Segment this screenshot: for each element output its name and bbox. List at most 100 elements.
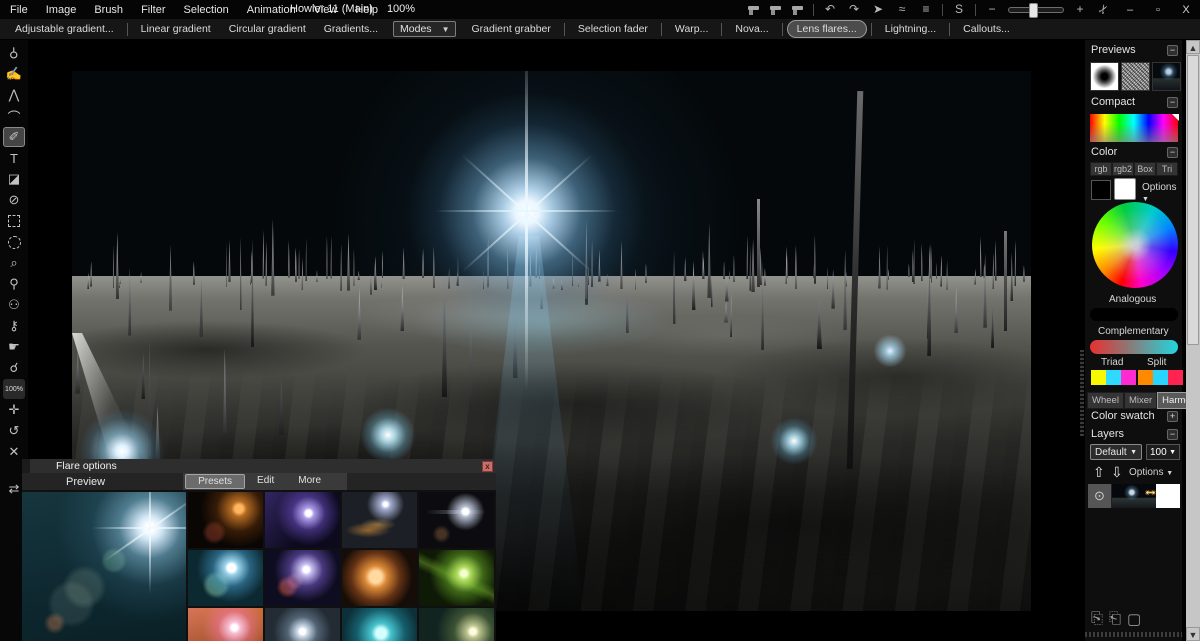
toolbar-button-linear-gradient[interactable]: Linear gradient	[132, 20, 220, 38]
new-layer-icon[interactable]: ▢	[1127, 610, 1141, 628]
split-color-swatch[interactable]	[1168, 370, 1183, 385]
shear-tool[interactable]: ◪	[3, 169, 25, 189]
zoom-in-icon[interactable]: +	[1072, 0, 1088, 19]
collapse-previews-button[interactable]: −	[1167, 45, 1178, 56]
color-tab-box[interactable]: Box	[1134, 162, 1156, 176]
panel-tab-mixer[interactable]: Mixer	[1124, 392, 1157, 409]
toolbar-button-warp[interactable]: Warp...	[666, 20, 717, 38]
panel-scrollbar[interactable]: ▲ ▼	[1186, 40, 1200, 641]
scroll-up-icon[interactable]: ▲	[1186, 40, 1200, 54]
menu-filter[interactable]: Filter	[139, 2, 175, 18]
dialog-tab-more[interactable]: More	[286, 474, 333, 489]
undo-icon[interactable]: ↶	[822, 0, 838, 19]
airbrush-tool[interactable]: ⚲	[3, 43, 25, 63]
curve-tool[interactable]: ⌒	[3, 106, 25, 126]
flare-preset[interactable]	[419, 492, 494, 548]
toolbar-button-lightning[interactable]: Lightning...	[876, 20, 945, 38]
pin-tool[interactable]: ⚲	[3, 274, 25, 294]
collapse-compact-button[interactable]: −	[1167, 97, 1178, 108]
menu-selection[interactable]: Selection	[182, 2, 239, 18]
swap-buffer-3-icon[interactable]	[791, 4, 805, 16]
panel-tab-wheel[interactable]: Wheel	[1087, 392, 1124, 409]
flare-preset[interactable]	[265, 550, 340, 606]
panel-grip[interactable]	[1080, 350, 1084, 436]
triad-color-swatch[interactable]	[1091, 370, 1106, 385]
rect-select-tool[interactable]	[3, 211, 25, 231]
dialog-tab-edit[interactable]: Edit	[245, 474, 286, 489]
zoom-slider[interactable]	[1008, 7, 1064, 13]
analogous-bar[interactable]	[1090, 308, 1178, 321]
duplicate-layer-icon[interactable]: ⎗	[1109, 610, 1121, 628]
restore-button[interactable]: ▫	[1148, 4, 1168, 16]
split-color-swatch[interactable]	[1153, 370, 1168, 385]
anchor-tool[interactable]: ⚇	[3, 295, 25, 315]
color-tab-tri[interactable]: Tri	[1156, 162, 1178, 176]
primary-color-swatch[interactable]	[1091, 180, 1111, 200]
triad-color-swatch[interactable]	[1106, 370, 1121, 385]
minimize-button[interactable]: –	[1120, 4, 1140, 16]
modes-select[interactable]: Modes▼	[393, 21, 456, 37]
toolbar-button-nova[interactable]: Nova...	[726, 20, 777, 38]
toolbar-button-callouts[interactable]: Callouts...	[954, 20, 1019, 38]
redo-icon[interactable]: ↷	[846, 0, 862, 19]
color-options-dropdown[interactable]: Options ▼	[1142, 182, 1182, 204]
ellipse-tool[interactable]: ⊘	[3, 190, 25, 210]
fill-hand-tool[interactable]: ☛	[3, 337, 25, 357]
flare-preset[interactable]	[342, 550, 417, 606]
move-tool[interactable]: ✛	[3, 400, 25, 420]
layer-down-icon[interactable]: ⇩	[1111, 464, 1123, 481]
zoom-out-icon[interactable]: −	[984, 0, 1000, 19]
layer-up-icon[interactable]: ⇧	[1093, 464, 1105, 481]
menu-file[interactable]: File	[8, 2, 38, 18]
flare-preset[interactable]	[265, 608, 340, 641]
polyline-tool[interactable]: ⋀	[3, 85, 25, 105]
color-tab-rgb[interactable]: rgb	[1090, 162, 1112, 176]
toolbar-button-gradient-grabber[interactable]: Gradient grabber	[462, 20, 559, 38]
warp-path-icon[interactable]: ≈	[894, 0, 910, 19]
dialog-tab-presets[interactable]: Presets	[185, 474, 245, 489]
scroll-down-icon[interactable]: ▼	[1186, 627, 1200, 641]
toolbar-button-adjustable-gradient[interactable]: Adjustable gradient...	[6, 20, 123, 38]
secondary-color-swatch[interactable]	[1114, 178, 1136, 200]
split-color-swatch[interactable]	[1138, 370, 1153, 385]
slider-handle[interactable]	[1029, 3, 1038, 18]
scrollbar-thumb[interactable]	[1187, 55, 1199, 345]
smooth-icon[interactable]: S	[951, 0, 967, 19]
compact-color-picker[interactable]	[1090, 114, 1178, 142]
layer-opacity-select[interactable]: 100 ▼	[1146, 444, 1180, 460]
toolbar-button-lens-flares[interactable]: Lens flares...	[787, 20, 867, 38]
text-tool[interactable]: T	[3, 148, 25, 168]
complementary-bar[interactable]	[1090, 340, 1178, 354]
swap-buffer-1-icon[interactable]	[747, 4, 761, 16]
color-wheel[interactable]	[1092, 202, 1178, 288]
swap-buffer-2-icon[interactable]	[769, 4, 783, 16]
texture-preview-thumb[interactable]	[1121, 62, 1150, 91]
cut-tool-icon[interactable]: ✂	[1092, 0, 1116, 21]
lens-tool[interactable]: ☌	[3, 358, 25, 378]
brush-tool[interactable]: ✐	[3, 127, 25, 147]
key-tool[interactable]: ⚷	[3, 316, 25, 336]
flare-preset[interactable]	[342, 492, 417, 548]
gradient-preview-thumb[interactable]	[1090, 62, 1119, 91]
toolbar-button-selection-fader[interactable]: Selection fader	[569, 20, 657, 38]
flare-preset[interactable]	[188, 550, 263, 606]
circle-select-tool[interactable]	[3, 232, 25, 252]
zoom-100-tool[interactable]: 100%	[3, 379, 25, 399]
freehand-draw-tool[interactable]: ✍	[3, 64, 25, 84]
flare-preset[interactable]	[265, 492, 340, 548]
layer-blend-mode-select[interactable]: Default ▼	[1090, 444, 1142, 460]
scene-preview-thumb[interactable]	[1152, 62, 1181, 91]
flare-preset[interactable]	[419, 608, 494, 641]
color-tab-rgb2[interactable]: rgb2	[1112, 162, 1134, 176]
triad-color-swatch[interactable]	[1121, 370, 1136, 385]
flare-large-preview[interactable]	[22, 492, 186, 641]
flare-preset[interactable]	[342, 608, 417, 641]
layers-options-dropdown[interactable]: Options ▼	[1129, 467, 1173, 478]
dialog-title-bar[interactable]: Flare options x	[30, 459, 496, 473]
undo-tool[interactable]: ↺	[3, 421, 25, 441]
toolbar-button-circular-gradient[interactable]: Circular gradient	[220, 20, 315, 38]
flare-preset[interactable]	[188, 492, 263, 548]
slider-track[interactable]	[1008, 7, 1064, 13]
magnifier-tool[interactable]: ⌕	[3, 253, 25, 273]
menu-brush[interactable]: Brush	[92, 2, 133, 18]
